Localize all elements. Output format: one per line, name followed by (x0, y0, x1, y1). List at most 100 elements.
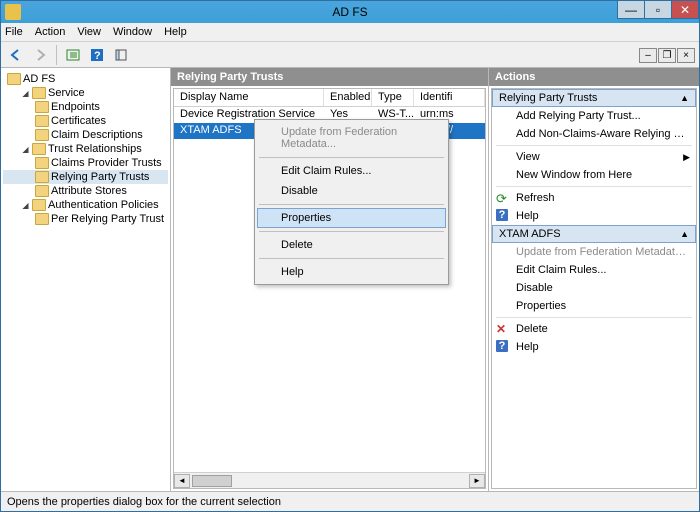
mdi-restore[interactable]: ❐ (658, 48, 676, 63)
col-display-name[interactable]: Display Name (174, 89, 324, 106)
tree-root-label: AD FS (23, 73, 55, 85)
context-menu[interactable]: Update from Federation Metadata... Edit … (254, 119, 449, 285)
action-delete[interactable]: Delete (492, 320, 696, 338)
show-hide-tree-button[interactable] (62, 44, 84, 66)
center-header: Relying Party Trusts (171, 68, 488, 86)
expand-icon[interactable]: ◢ (21, 145, 30, 154)
tree-endpoints[interactable]: Endpoints (3, 100, 168, 114)
tree-per-rpt[interactable]: Per Relying Party Trust (3, 212, 168, 226)
ctx-edit-claim-rules[interactable]: Edit Claim Rules... (257, 161, 446, 181)
col-type[interactable]: Type (372, 89, 414, 106)
folder-icon (32, 199, 46, 211)
tree-label: Authentication Policies (48, 199, 159, 211)
ctx-properties[interactable]: Properties (257, 208, 446, 228)
folder-icon (7, 73, 21, 85)
section-label: XTAM ADFS (499, 228, 561, 240)
action-update-metadata: Update from Federation Metadata... (492, 243, 696, 261)
toolbar: ? (1, 42, 699, 68)
tree-relying-party-trusts[interactable]: Relying Party Trusts (3, 170, 168, 184)
nav-tree[interactable]: AD FS ◢Service Endpoints Certificates Cl… (1, 68, 171, 491)
tree-root[interactable]: AD FS (3, 72, 168, 86)
tree-claims-provider-trusts[interactable]: Claims Provider Trusts (3, 156, 168, 170)
action-add-nca[interactable]: Add Non-Claims-Aware Relying Party Trus.… (492, 125, 696, 143)
tree-label: Per Relying Party Trust (51, 213, 164, 225)
actions-title: Actions (489, 68, 699, 86)
action-add-rpt[interactable]: Add Relying Party Trust... (492, 107, 696, 125)
tree-label: Claims Provider Trusts (51, 157, 162, 169)
expand-icon[interactable]: ◢ (21, 201, 30, 210)
back-button[interactable] (5, 44, 27, 66)
tree-label: Attribute Stores (51, 185, 127, 197)
tree-trust-relationships[interactable]: ◢ Trust Relationships (3, 142, 168, 156)
tree-label: Claim Descriptions (51, 129, 143, 141)
folder-icon (35, 185, 49, 197)
tree-certificates[interactable]: Certificates (3, 114, 168, 128)
scroll-thumb[interactable] (192, 475, 232, 487)
mdi-close[interactable]: × (677, 48, 695, 63)
action-disable[interactable]: Disable (492, 279, 696, 297)
folder-icon (32, 87, 46, 99)
app-icon (5, 4, 21, 20)
action-properties[interactable]: Properties (492, 297, 696, 315)
action-help[interactable]: Help (492, 207, 696, 225)
menu-help[interactable]: Help (164, 26, 187, 38)
tree-claim-descriptions[interactable]: Claim Descriptions (3, 128, 168, 142)
scroll-right-button[interactable]: ► (469, 474, 485, 488)
ctx-update-metadata: Update from Federation Metadata... (257, 122, 446, 154)
title-bar[interactable]: AD FS — ▫ ✕ (1, 1, 699, 23)
folder-icon (35, 213, 49, 225)
help-icon (496, 209, 510, 223)
folder-icon (35, 171, 49, 183)
mdi-controls: – ❐ × (638, 48, 695, 63)
action-new-window[interactable]: New Window from Here (492, 166, 696, 184)
separator (496, 145, 692, 146)
maximize-button[interactable]: ▫ (644, 1, 672, 19)
menu-window[interactable]: Window (113, 26, 152, 38)
expand-icon[interactable]: ◢ (21, 89, 30, 98)
status-text: Opens the properties dialog box for the … (7, 496, 281, 508)
menu-view[interactable]: View (77, 26, 101, 38)
help-icon (496, 340, 510, 354)
tree-label: Trust Relationships (48, 143, 142, 155)
separator (259, 258, 444, 259)
toolbar-divider (56, 45, 57, 65)
collapse-icon: ▲ (680, 93, 689, 103)
action-help-2[interactable]: Help (492, 338, 696, 356)
status-bar: Opens the properties dialog box for the … (1, 491, 699, 511)
svg-text:?: ? (94, 50, 101, 62)
ctx-disable[interactable]: Disable (257, 181, 446, 201)
actions-section-selected[interactable]: XTAM ADFS ▲ (492, 225, 696, 243)
folder-icon (35, 129, 49, 141)
horizontal-scrollbar[interactable]: ◄ ► (174, 472, 485, 488)
menu-file[interactable]: File (5, 26, 23, 38)
minimize-button[interactable]: — (617, 1, 645, 19)
col-enabled[interactable]: Enabled (324, 89, 372, 106)
actions-section-rpt[interactable]: Relying Party Trusts ▲ (492, 89, 696, 107)
separator (259, 231, 444, 232)
scroll-track[interactable] (190, 474, 469, 488)
delete-icon (496, 322, 510, 336)
refresh-button[interactable]: ? (86, 44, 108, 66)
action-view[interactable]: View▶ (492, 148, 696, 166)
tree-auth-policies[interactable]: ◢ Authentication Policies (3, 198, 168, 212)
list-header: Display Name Enabled Type Identifi (174, 89, 485, 107)
folder-icon (32, 143, 46, 155)
export-list-button[interactable] (110, 44, 132, 66)
scroll-left-button[interactable]: ◄ (174, 474, 190, 488)
menu-action[interactable]: Action (35, 26, 66, 38)
close-button[interactable]: ✕ (671, 1, 699, 19)
tree-label: Certificates (51, 115, 106, 127)
folder-icon (35, 157, 49, 169)
action-refresh[interactable]: Refresh (492, 189, 696, 207)
ctx-delete[interactable]: Delete (257, 235, 446, 255)
tree-attribute-stores[interactable]: Attribute Stores (3, 184, 168, 198)
ctx-help[interactable]: Help (257, 262, 446, 282)
action-label: Help (516, 341, 539, 353)
tree-service[interactable]: ◢Service (3, 86, 168, 100)
window-title: AD FS (332, 5, 367, 19)
forward-button[interactable] (29, 44, 51, 66)
action-label: Delete (516, 323, 548, 335)
action-edit-claim-rules[interactable]: Edit Claim Rules... (492, 261, 696, 279)
col-identifier[interactable]: Identifi (414, 89, 485, 106)
mdi-minimize[interactable]: – (639, 48, 657, 63)
